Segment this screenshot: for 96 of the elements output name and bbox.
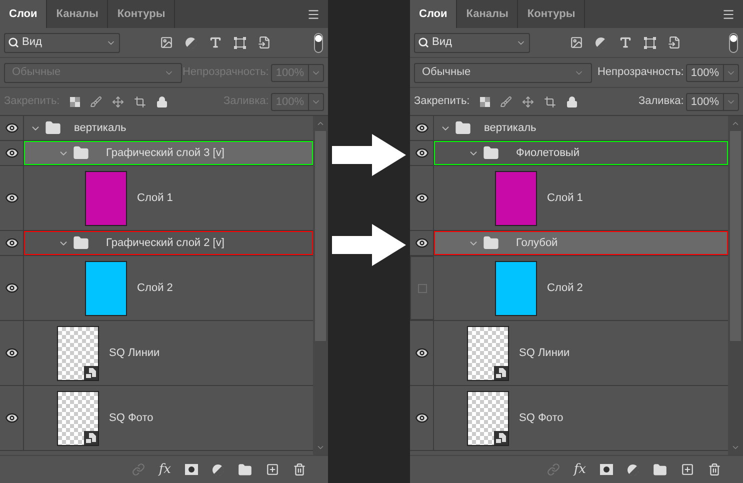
- search-icon: [418, 37, 429, 48]
- move-icon[interactable]: [112, 96, 124, 108]
- eye-icon: [414, 191, 428, 205]
- eye-icon: [4, 281, 18, 295]
- scroll-up-icon[interactable]: [731, 119, 740, 128]
- folder-icon: [483, 145, 499, 161]
- layer-name: SQ Линии: [519, 346, 570, 361]
- crop-icon[interactable]: [544, 96, 556, 108]
- layer-group-row[interactable]: Графический слой 2 [v]: [24, 231, 313, 255]
- folder-icon: [455, 120, 471, 136]
- new-layer-icon[interactable]: [681, 463, 694, 476]
- scroll-up-icon[interactable]: [316, 119, 325, 128]
- menu-icon[interactable]: [722, 8, 735, 20]
- mask-icon[interactable]: [185, 464, 198, 475]
- eye-icon: [4, 191, 18, 205]
- scroll-down-icon[interactable]: [731, 443, 740, 452]
- layer-name: Фиолетовый: [516, 146, 580, 161]
- smart-object-filter-icon[interactable]: [258, 36, 271, 49]
- type-filter-icon[interactable]: [619, 36, 632, 49]
- filter-dropdown[interactable]: Вид: [414, 32, 530, 52]
- folder-icon: [45, 120, 61, 136]
- new-group-icon[interactable]: [653, 462, 667, 476]
- effects-button[interactable]: fx: [158, 463, 171, 476]
- layer-name: вертикаль: [74, 120, 126, 136]
- fill-field[interactable]: 100%: [686, 92, 739, 110]
- eye-icon: [4, 146, 18, 160]
- smart-object-icon: [494, 430, 508, 444]
- brush-icon[interactable]: [90, 96, 102, 108]
- eye-icon: [414, 346, 428, 360]
- layer-name: Слой 2: [137, 280, 173, 296]
- adjustment-filter-icon[interactable]: [185, 36, 197, 48]
- smart-object-icon: [494, 366, 508, 380]
- layer-name: Слой 1: [137, 190, 173, 206]
- layer-group-row[interactable]: Фиолетовый: [434, 141, 728, 165]
- fill-label: Заливка:: [638, 94, 684, 110]
- adjustment-layer-icon[interactable]: [212, 464, 224, 476]
- new-group-icon[interactable]: [238, 462, 252, 476]
- crop-icon[interactable]: [134, 96, 146, 108]
- lock-pixels-icon[interactable]: [70, 96, 80, 106]
- eye-icon: [4, 346, 18, 360]
- filter-toggle[interactable]: [729, 32, 738, 52]
- layer-name: SQ Фото: [109, 410, 154, 426]
- eye-icon: [414, 121, 428, 135]
- effects-button[interactable]: fx: [574, 463, 586, 476]
- move-icon[interactable]: [522, 96, 534, 108]
- folder-icon: [73, 235, 89, 251]
- smart-object-icon: [84, 430, 98, 444]
- folder-icon: [483, 235, 499, 251]
- lock-pixels-icon[interactable]: [480, 96, 490, 106]
- layer-name: Слой 2: [547, 280, 583, 296]
- eye-icon: [414, 146, 428, 160]
- image-filter-icon[interactable]: [160, 36, 173, 49]
- blend-mode-dropdown[interactable]: Обычные: [414, 62, 592, 82]
- layer-name: Слой 1: [547, 190, 583, 206]
- mask-icon[interactable]: [600, 464, 613, 475]
- folder-icon: [73, 145, 89, 161]
- search-icon: [8, 37, 19, 48]
- smart-object-filter-icon[interactable]: [668, 36, 681, 49]
- layer-name: SQ Фото: [519, 410, 564, 426]
- eye-icon: [4, 236, 18, 250]
- layer-group-row[interactable]: Голубой: [434, 231, 728, 255]
- panel-tab[interactable]: Слои: [0, 0, 48, 28]
- layer-name: вертикаль: [484, 120, 536, 136]
- layer-group-row[interactable]: Графический слой 3 [v]: [24, 141, 313, 165]
- scrollbar[interactable]: [728, 116, 743, 455]
- scrollbar[interactable]: [313, 116, 328, 455]
- eye-icon: [414, 411, 428, 425]
- shape-filter-icon[interactable]: [234, 36, 246, 48]
- scroll-down-icon[interactable]: [316, 443, 325, 452]
- filter-dropdown[interactable]: Вид: [4, 32, 120, 52]
- type-filter-icon[interactable]: [209, 36, 222, 49]
- filter-toggle[interactable]: [314, 32, 323, 52]
- image-filter-icon[interactable]: [570, 36, 583, 49]
- layer-name: SQ Линии: [109, 346, 160, 361]
- opacity-label: Непрозрачность:: [597, 65, 684, 80]
- panel-tab[interactable]: Слои: [410, 0, 458, 28]
- eye-icon: [4, 411, 18, 425]
- delete-icon[interactable]: [293, 463, 306, 476]
- smart-object-icon: [84, 366, 98, 380]
- lock-icon[interactable]: [566, 96, 578, 108]
- delete-icon[interactable]: [708, 463, 721, 476]
- opacity-field[interactable]: 100%: [686, 64, 739, 82]
- lock-icon[interactable]: [156, 96, 168, 108]
- layer-name: Графический слой 3 [v]: [106, 146, 224, 161]
- lock-label: Закрепить:: [414, 94, 470, 110]
- eye-icon: [4, 121, 18, 135]
- eye-icon: [414, 236, 428, 250]
- adjustment-filter-icon[interactable]: [595, 36, 607, 48]
- layer-name: Голубой: [516, 236, 558, 251]
- brush-icon[interactable]: [500, 96, 512, 108]
- visibility-toggle[interactable]: [410, 256, 434, 320]
- new-layer-icon[interactable]: [266, 463, 279, 476]
- layer-name: Графический слой 2 [v]: [106, 236, 224, 251]
- adjustment-layer-icon[interactable]: [627, 464, 639, 476]
- menu-icon[interactable]: [307, 8, 320, 20]
- shape-filter-icon[interactable]: [644, 36, 656, 48]
